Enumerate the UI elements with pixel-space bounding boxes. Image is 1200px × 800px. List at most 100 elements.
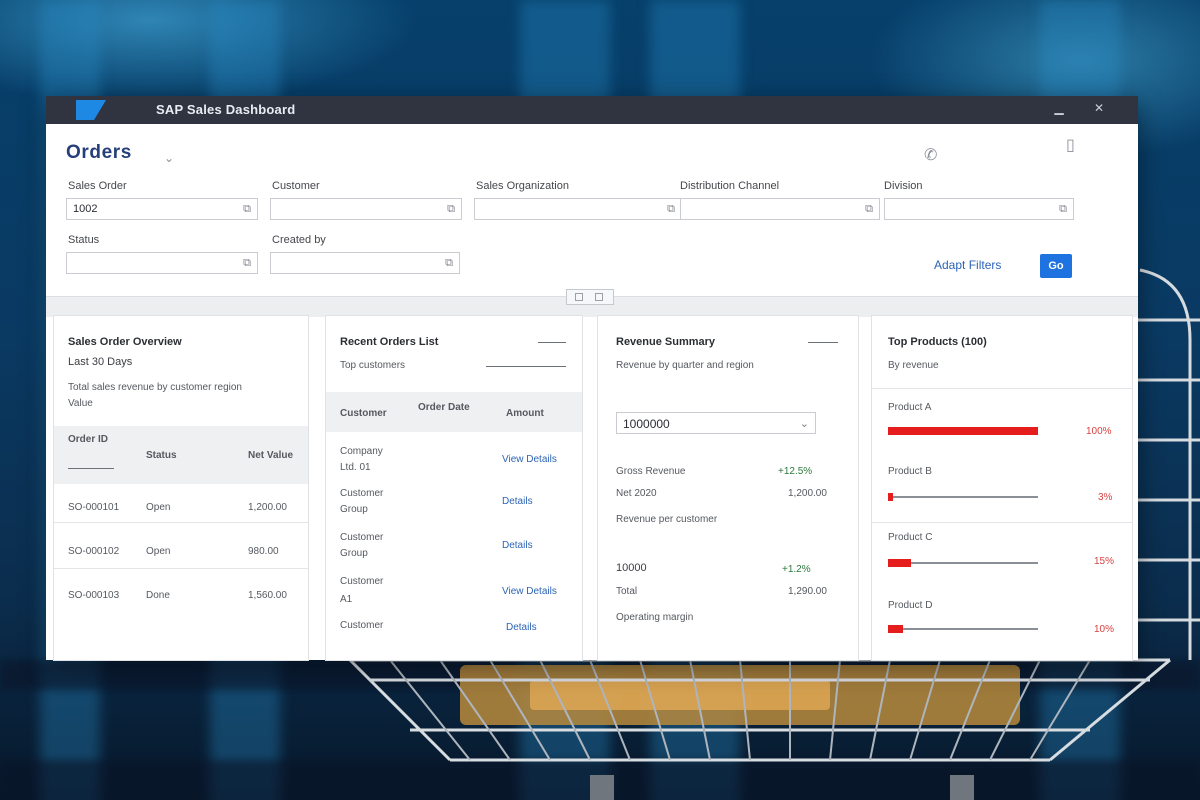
divider (68, 468, 114, 469)
value-help-icon[interactable]: ⧉ (447, 203, 455, 216)
chevron-down-icon[interactable]: ⌄ (800, 417, 809, 430)
divider (808, 342, 838, 343)
division-input[interactable]: ⧉ (884, 198, 1074, 220)
cell-net-value: 1,200.00 (248, 502, 287, 513)
filter-label-sales-order: Sales Order (68, 180, 127, 192)
value-help-icon[interactable]: ⧉ (445, 257, 453, 270)
value-help-icon[interactable]: ⧉ (667, 203, 675, 216)
divider (486, 366, 566, 367)
bar-track (888, 628, 1038, 630)
row-divider (54, 522, 308, 523)
cell-customer: Customer (340, 488, 384, 499)
panel-revenue-summary: Revenue Summary Revenue by quarter and r… (598, 316, 858, 660)
cell-customer-sub: A1 (340, 594, 353, 605)
details-link[interactable]: Details (502, 496, 533, 507)
bar-label: Product B (888, 466, 932, 477)
row-divider (54, 568, 308, 569)
pin-icon[interactable] (595, 293, 603, 301)
close-icon[interactable]: ✕ (1092, 101, 1106, 115)
metric-label: Revenue per customer (616, 514, 718, 525)
panel-recent-orders: Recent Orders List Top customers Custome… (326, 316, 582, 660)
column-header-customer: Customer (340, 408, 387, 419)
panel-title: Sales Order Overview (68, 336, 182, 348)
row-divider (872, 388, 1132, 389)
sales-order-value: 1002 (73, 203, 98, 215)
metric-label: 10000 (616, 562, 647, 574)
metric-label: Net 2020 (616, 488, 657, 499)
filter-label-created-by: Created by (272, 234, 326, 246)
cell-customer: Company (340, 446, 383, 457)
panel-title: Recent Orders List (340, 336, 439, 348)
phone-icon[interactable]: ✆ (924, 148, 937, 164)
cell-customer: Customer (340, 620, 384, 631)
panel-subtitle: By revenue (888, 360, 939, 371)
metric-value: 1,290.00 (788, 586, 827, 597)
created-by-input[interactable]: ⧉ (270, 252, 460, 274)
bar-value: 3% (1098, 492, 1113, 503)
splitter-handle[interactable] (566, 289, 614, 305)
cell-customer-sub: Group (340, 504, 368, 515)
cell-status: Open (146, 546, 171, 557)
revenue-input[interactable]: 1000000 ⌄ (616, 412, 816, 434)
cell-status: Open (146, 502, 171, 513)
panel-top-products: Top Products (100) By revenue Product A … (872, 316, 1132, 660)
cell-status: Done (146, 590, 170, 601)
sales-organization-input[interactable]: ⧉ (474, 198, 682, 220)
panel-subtitle: Top customers (340, 360, 406, 371)
adapt-filters-button[interactable]: Adapt Filters (934, 258, 1001, 272)
bar-label: Product D (888, 600, 933, 611)
panel-subtitle: Last 30 Days (68, 356, 133, 368)
value-help-icon[interactable]: ⧉ (865, 203, 873, 216)
filter-label-division: Division (884, 180, 923, 192)
revenue-input-value: 1000000 (623, 417, 670, 431)
window-titlebar: SAP Sales Dashboard ▁ ✕ (46, 96, 1138, 124)
metric-label: Total (616, 586, 638, 597)
filter-label-distribution-channel: Distribution Channel (680, 180, 780, 192)
metric-value: 1,200.00 (788, 488, 827, 499)
cell-customer: Customer (340, 532, 384, 543)
bar-track (888, 496, 1038, 498)
distribution-channel-input[interactable]: ⧉ (680, 198, 880, 220)
bar-value: 10% (1094, 624, 1115, 635)
cart-handle-image (1130, 268, 1200, 660)
bar-value: 100% (1086, 426, 1112, 437)
column-header-status: Status (146, 450, 177, 461)
column-header-order: Order ID (68, 434, 109, 445)
bar-fill (888, 493, 893, 501)
value-help-icon[interactable]: ⧉ (243, 203, 251, 216)
go-button[interactable]: Go (1040, 254, 1072, 278)
filter-label-status: Status (68, 234, 100, 246)
app-window: SAP Sales Dashboard ▁ ✕ Orders ⌄ ✆ ▯ Sal… (46, 96, 1138, 660)
status-input[interactable]: ⧉ (66, 252, 258, 274)
metric-value: +1.2% (782, 564, 811, 575)
column-header-net-value: Net Value (248, 450, 294, 461)
filter-bar: Orders ⌄ ✆ ▯ Sales Order 1002 ⧉ Customer… (46, 124, 1138, 296)
expand-icon[interactable]: ▯ (1066, 138, 1075, 154)
splitter-bar (46, 289, 1138, 317)
panel-description: Total sales revenue by customer region (68, 382, 242, 393)
customer-input[interactable]: ⧉ (270, 198, 462, 220)
details-link[interactable]: Details (506, 622, 537, 633)
minimize-icon[interactable]: ▁ (1052, 101, 1066, 115)
cell-order: SO-000103 (68, 590, 120, 601)
collapse-icon[interactable] (575, 293, 583, 301)
page-title: Orders (66, 142, 132, 163)
chevron-down-icon[interactable]: ⌄ (164, 150, 174, 166)
view-details-link[interactable]: View Details (502, 454, 557, 465)
bar-label: Product C (888, 532, 933, 543)
sales-order-input[interactable]: 1002 ⧉ (66, 198, 258, 220)
panel-title: Top Products (100) (888, 336, 987, 348)
metric-label: Operating margin (616, 612, 694, 623)
details-link[interactable]: Details (502, 540, 533, 551)
value-help-icon[interactable]: ⧉ (243, 257, 251, 270)
window-title: SAP Sales Dashboard (156, 102, 296, 117)
metric-value: +12.5% (778, 466, 813, 477)
column-header-amount: Amount (506, 408, 544, 419)
bar-label: Product A (888, 402, 932, 413)
filter-label-sales-organization: Sales Organization (476, 180, 569, 192)
value-help-icon[interactable]: ⧉ (1059, 203, 1067, 216)
metric-label: Gross Revenue (616, 466, 686, 477)
filter-label-customer: Customer (272, 180, 320, 192)
cell-net-value: 1,560.00 (248, 590, 287, 601)
view-details-link[interactable]: View Details (502, 586, 557, 597)
